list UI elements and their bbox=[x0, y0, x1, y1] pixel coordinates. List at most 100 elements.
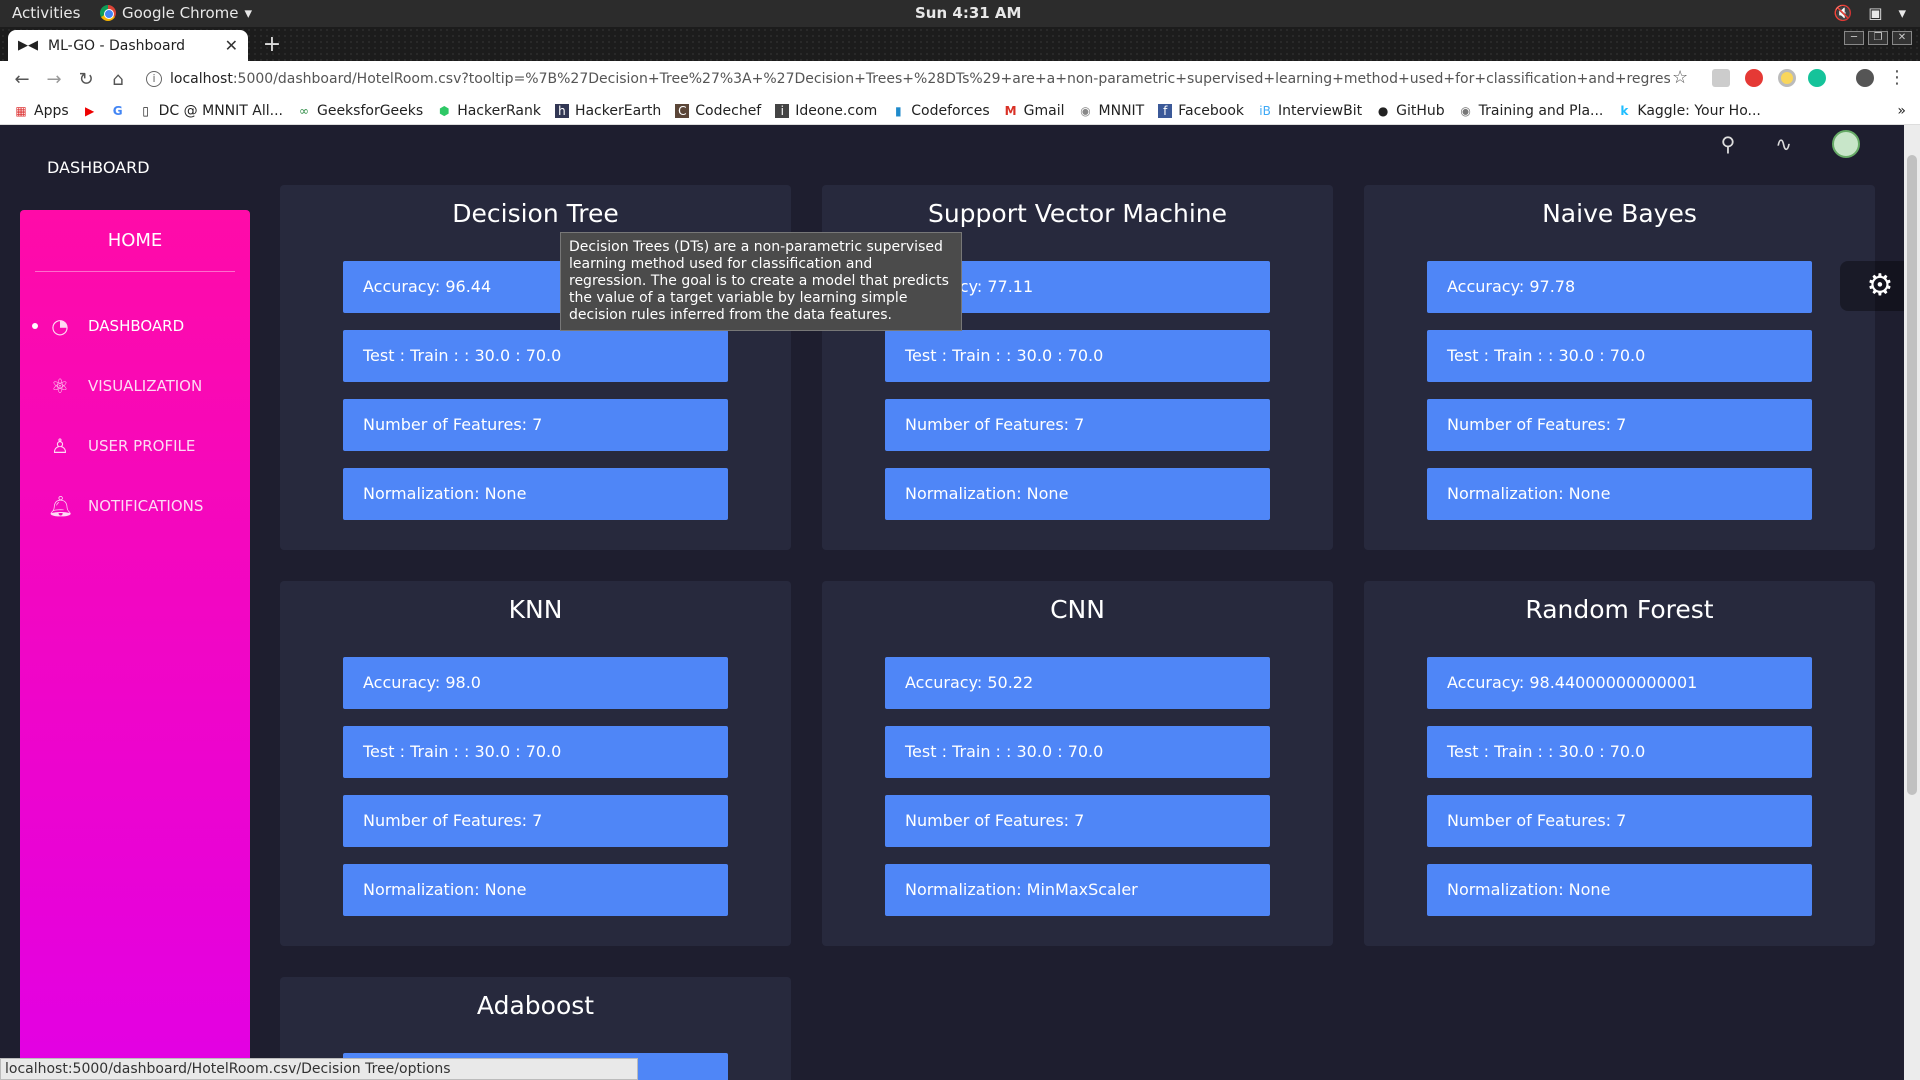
bookmark-label: Gmail bbox=[1023, 102, 1065, 119]
tab-close-icon[interactable]: ✕ bbox=[225, 36, 238, 55]
sidebar-home-link[interactable]: HOME bbox=[35, 210, 235, 272]
bookmark-apps[interactable]: ▦ Apps bbox=[14, 103, 68, 119]
bookmark-label: Ideone.com bbox=[795, 102, 878, 119]
system-clock[interactable]: Sun 4:31 AM bbox=[915, 4, 1021, 22]
sidebar-item-visualization[interactable]: ⚛ VISUALIZATION bbox=[20, 366, 250, 406]
new-tab-button[interactable]: + bbox=[258, 33, 286, 57]
sidebar-item-notifications[interactable]: 🔔︎ NOTIFICATIONS bbox=[20, 486, 250, 526]
bookmarks-overflow-icon[interactable]: » bbox=[1897, 103, 1906, 119]
bookmark-kaggle[interactable]: k Kaggle: Your Ho... bbox=[1617, 103, 1761, 119]
adblock-icon[interactable] bbox=[1745, 69, 1763, 87]
tray-menu-icon[interactable]: ▾ bbox=[1898, 4, 1906, 22]
features-metric: Number of Features: 7 bbox=[1427, 399, 1812, 451]
sidebar-item-label: DASHBOARD bbox=[88, 317, 185, 335]
bookmark-codeforces[interactable]: ▮ Codeforces bbox=[891, 102, 990, 119]
accuracy-metric: Accuracy: 98.44000000000001 bbox=[1427, 657, 1812, 709]
hackerearth-icon: h bbox=[554, 103, 569, 118]
bookmark-label: Kaggle: Your Ho... bbox=[1637, 102, 1761, 119]
bookmark-ideone[interactable]: i Ideone.com bbox=[775, 103, 877, 119]
status-bar-url: localhost:5000/dashboard/HotelRoom.csv/D… bbox=[0, 1058, 638, 1080]
decision-tree-tooltip: Decision Trees (DTs) are a non-parametri… bbox=[560, 232, 962, 331]
search-icon[interactable]: ⚲ bbox=[1721, 132, 1736, 156]
split-metric: Test : Train : : 30.0 : 70.0 bbox=[1427, 330, 1812, 382]
home-button[interactable]: ⌂ bbox=[102, 69, 134, 90]
tab-strip: ▶◀ ML-GO - Dashboard ✕ + ─ ❐ ✕ bbox=[0, 27, 1920, 61]
bookmark-facebook[interactable]: f Facebook bbox=[1158, 103, 1244, 119]
split-metric: Test : Train : : 30.0 : 70.0 bbox=[885, 330, 1270, 382]
accuracy-metric: Accuracy: 98.0 bbox=[343, 657, 728, 709]
model-card-naive-bayes: Naive Bayes Accuracy: 97.78 Test : Train… bbox=[1364, 185, 1875, 550]
page-icon: ▯ bbox=[142, 103, 149, 118]
bookmark-codechef[interactable]: C Codechef bbox=[675, 103, 761, 119]
sidebar-item-user-profile[interactable]: ♙ USER PROFILE bbox=[20, 426, 250, 466]
browser-toolbar: ← → ↻ ⌂ i localhost:5000/dashboard/Hotel… bbox=[0, 61, 1920, 97]
bookmark-geeksforgeeks[interactable]: ∞ GeeksforGeeks bbox=[297, 103, 423, 119]
accuracy-metric: Accuracy: 97.78 bbox=[1427, 261, 1812, 313]
bookmark-label: Codeforces bbox=[911, 102, 990, 119]
bookmark-training[interactable]: ◉ Training and Pla... bbox=[1459, 102, 1604, 119]
profile-icon[interactable] bbox=[1856, 69, 1874, 87]
bookmark-star-icon[interactable]: ☆ bbox=[1672, 67, 1688, 88]
reload-button[interactable]: ↻ bbox=[70, 69, 102, 90]
features-metric: Number of Features: 7 bbox=[885, 795, 1270, 847]
bookmark-github[interactable]: ● GitHub bbox=[1376, 103, 1445, 119]
back-button[interactable]: ← bbox=[6, 69, 38, 90]
bookmark-hackerearth[interactable]: h HackerEarth bbox=[554, 102, 662, 119]
bookmark-label: MNNIT bbox=[1098, 102, 1145, 119]
bell-icon: 🔔︎ bbox=[48, 494, 74, 518]
features-metric: Number of Features: 7 bbox=[343, 399, 728, 451]
activities-button[interactable]: Activities bbox=[12, 4, 80, 22]
bookmark-label: InterviewBit bbox=[1278, 102, 1363, 119]
scrollbar-thumb[interactable] bbox=[1907, 155, 1917, 795]
volume-muted-icon[interactable]: 🔇 bbox=[1834, 4, 1853, 22]
app-menu[interactable]: Google Chrome ▾ bbox=[100, 4, 252, 22]
card-title[interactable]: CNN bbox=[822, 595, 1333, 635]
extension-puzzle-icon[interactable] bbox=[1712, 69, 1730, 87]
card-title[interactable]: Random Forest bbox=[1364, 595, 1875, 635]
features-metric: Number of Features: 7 bbox=[1427, 795, 1812, 847]
model-card-knn: KNN Accuracy: 98.0 Test : Train : : 30.0… bbox=[280, 581, 791, 946]
card-title[interactable]: Naive Bayes bbox=[1364, 199, 1875, 239]
address-bar[interactable]: i localhost:5000/dashboard/HotelRoom.csv… bbox=[146, 65, 1696, 93]
gmail-icon: M bbox=[1004, 103, 1017, 118]
bookmark-youtube[interactable]: ▶ bbox=[83, 104, 97, 118]
grammarly-icon[interactable] bbox=[1808, 69, 1826, 87]
bookmark-dc-mnnit[interactable]: ▯ DC @ MNNIT All... bbox=[139, 103, 283, 119]
system-tray[interactable]: 🔇 ▣ ▾ bbox=[1834, 4, 1906, 22]
normalization-metric: Normalization: None bbox=[1427, 864, 1812, 916]
extension-yellow-icon[interactable] bbox=[1778, 69, 1796, 87]
bookmark-gmail[interactable]: M Gmail bbox=[1004, 103, 1065, 119]
bookmark-label: GeeksforGeeks bbox=[316, 102, 424, 119]
kaggle-icon: k bbox=[1620, 103, 1629, 118]
bookmark-label: HackerRank bbox=[457, 102, 541, 119]
window-close-button[interactable]: ✕ bbox=[1892, 31, 1912, 45]
normalization-metric: Normalization: None bbox=[1427, 468, 1812, 520]
bookmark-mnnit[interactable]: ◉ MNNIT bbox=[1079, 102, 1145, 119]
youtube-icon: ▶ bbox=[85, 103, 95, 118]
navbar-brand[interactable]: DASHBOARD bbox=[47, 158, 150, 177]
browser-menu-icon[interactable]: ⋮ bbox=[1888, 69, 1906, 87]
forward-button[interactable]: → bbox=[38, 69, 70, 90]
clipboard-icon[interactable]: ▣ bbox=[1868, 4, 1882, 22]
minimize-button[interactable]: ─ bbox=[1844, 31, 1864, 45]
restore-button[interactable]: ❐ bbox=[1868, 31, 1888, 45]
model-card-cnn: CNN Accuracy: 50.22 Test : Train : : 30.… bbox=[822, 581, 1333, 946]
normalization-metric: Normalization: MinMaxScaler bbox=[885, 864, 1270, 916]
bookmark-interviewbit[interactable]: iB InterviewBit bbox=[1258, 103, 1362, 119]
sidebar-item-dashboard[interactable]: ◔ DASHBOARD bbox=[20, 306, 250, 346]
bookmark-label: DC @ MNNIT All... bbox=[158, 102, 283, 119]
bookmark-label: HackerEarth bbox=[574, 102, 662, 119]
bookmark-google[interactable]: G bbox=[111, 104, 125, 118]
sidebar-item-label: USER PROFILE bbox=[88, 437, 196, 455]
page-scrollbar[interactable] bbox=[1904, 125, 1920, 1080]
card-title[interactable]: Adaboost bbox=[280, 991, 791, 1031]
bookmark-hackerrank[interactable]: ⬢ HackerRank bbox=[437, 103, 541, 119]
activity-icon[interactable]: ∿ bbox=[1775, 132, 1792, 156]
pie-chart-icon: ◔ bbox=[51, 314, 69, 338]
normalization-metric: Normalization: None bbox=[343, 468, 728, 520]
site-info-icon[interactable]: i bbox=[146, 71, 162, 87]
avatar[interactable] bbox=[1832, 130, 1860, 158]
browser-tab[interactable]: ▶◀ ML-GO - Dashboard ✕ bbox=[8, 30, 248, 61]
bookmark-label: Training and Pla... bbox=[1478, 102, 1604, 119]
card-title[interactable]: KNN bbox=[280, 595, 791, 635]
